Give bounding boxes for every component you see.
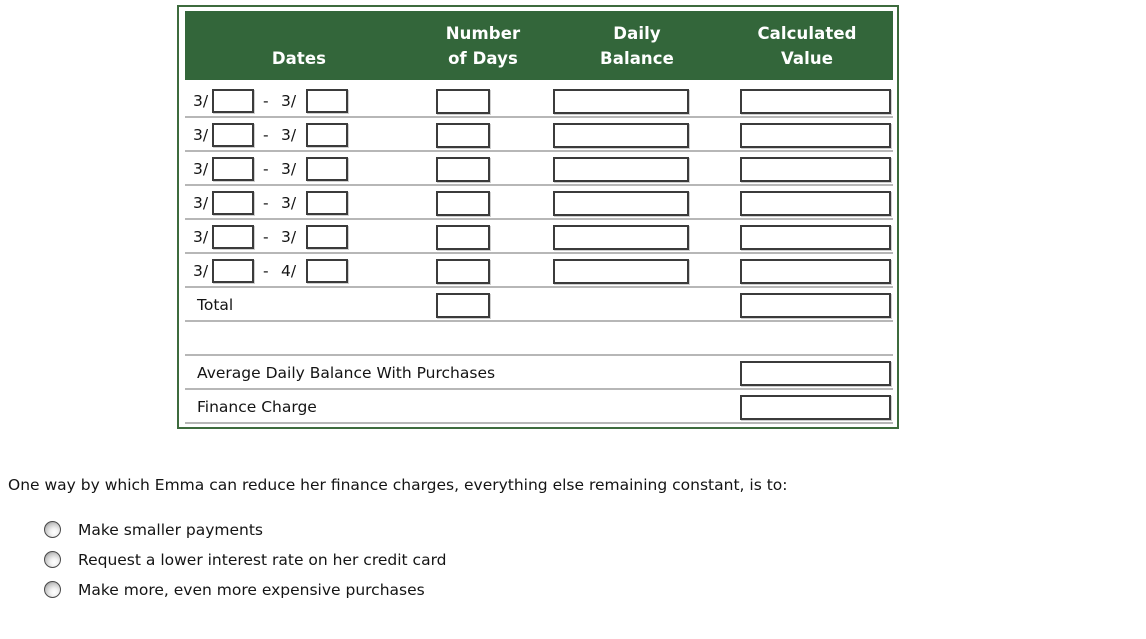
question-block: One way by which Emma can reduce her fin… bbox=[8, 474, 1108, 605]
column-header-days-line1: Number bbox=[445, 24, 521, 43]
number-of-days-input[interactable] bbox=[436, 259, 490, 284]
column-header-calc-line2: Value bbox=[780, 49, 834, 68]
column-header-dates: Dates bbox=[185, 46, 413, 71]
date-range-dash: - bbox=[263, 160, 269, 178]
table-row: 3/-3/ bbox=[185, 186, 893, 220]
row-end-month: 3/ bbox=[281, 160, 297, 178]
total-days-input[interactable] bbox=[436, 293, 490, 318]
answer-option[interactable]: Make smaller payments bbox=[8, 515, 1108, 545]
start-day-input[interactable] bbox=[212, 259, 254, 283]
number-of-days-input[interactable] bbox=[436, 191, 490, 216]
column-header-calc-line1: Calculated bbox=[757, 24, 857, 43]
number-of-days-input[interactable] bbox=[436, 225, 490, 250]
row-start-month: 3/ bbox=[193, 228, 209, 246]
table-row: 3/ -4/ bbox=[185, 254, 893, 288]
row-end-month: 3/ bbox=[281, 228, 297, 246]
summary-label: Average Daily Balance With Purchases bbox=[197, 364, 496, 382]
answer-option[interactable]: Make more, even more expensive purchases bbox=[8, 575, 1108, 605]
radio-button-icon[interactable] bbox=[44, 521, 61, 538]
calculated-value-input[interactable] bbox=[740, 123, 891, 148]
date-range-dash: - bbox=[263, 92, 269, 110]
radio-button-icon[interactable] bbox=[44, 581, 61, 598]
row-end-month: 3/ bbox=[281, 92, 297, 110]
end-day-input[interactable] bbox=[306, 157, 348, 181]
number-of-days-input[interactable] bbox=[436, 157, 490, 182]
row-start-month: 3/ bbox=[193, 262, 209, 280]
end-day-input[interactable] bbox=[306, 89, 348, 113]
spacer-row bbox=[185, 322, 893, 356]
column-header-balance-line1: Daily bbox=[613, 24, 661, 43]
calculated-value-input[interactable] bbox=[740, 157, 891, 182]
table-row: 3/-3/ bbox=[185, 84, 893, 118]
start-day-input[interactable] bbox=[212, 89, 254, 113]
end-day-input[interactable] bbox=[306, 225, 348, 249]
column-header-balance-line2: Balance bbox=[600, 49, 674, 68]
total-row: Total bbox=[185, 288, 893, 322]
average-daily-balance-input[interactable] bbox=[740, 361, 891, 386]
date-range-dash: - bbox=[263, 228, 269, 246]
date-range-dash: - bbox=[263, 194, 269, 212]
answer-options-list: Make smaller payments Request a lower int… bbox=[8, 515, 1108, 605]
start-day-input[interactable] bbox=[212, 123, 254, 147]
average-daily-balance-row: Average Daily Balance With Purchases bbox=[185, 356, 893, 390]
end-day-input[interactable] bbox=[306, 123, 348, 147]
column-header-daily-balance: Daily Balance bbox=[553, 21, 721, 71]
daily-balance-input[interactable] bbox=[553, 225, 689, 250]
number-of-days-input[interactable] bbox=[436, 89, 490, 114]
worksheet-inner: Dates Number of Days Daily Balance Calcu… bbox=[179, 7, 897, 427]
daily-balance-input[interactable] bbox=[553, 157, 689, 182]
column-header-dates-line2: Dates bbox=[271, 49, 327, 68]
answer-option[interactable]: Request a lower interest rate on her cre… bbox=[8, 545, 1108, 575]
date-range-dash: - bbox=[263, 126, 269, 144]
daily-balance-input[interactable] bbox=[553, 123, 689, 148]
daily-balance-input[interactable] bbox=[553, 259, 689, 284]
start-day-input[interactable] bbox=[212, 191, 254, 215]
calculated-value-input[interactable] bbox=[740, 259, 891, 284]
finance-charge-row: Finance Charge bbox=[185, 390, 893, 424]
calculated-value-input[interactable] bbox=[740, 89, 891, 114]
row-end-month: 3/ bbox=[281, 126, 297, 144]
date-range-dash: - bbox=[263, 262, 269, 280]
calculated-value-input[interactable] bbox=[740, 225, 891, 250]
table-row: 3/-3/ bbox=[185, 152, 893, 186]
table-row: 3/-3/ bbox=[185, 220, 893, 254]
summary-label: Finance Charge bbox=[197, 398, 317, 416]
table-row: 3/-3/ bbox=[185, 118, 893, 152]
number-of-days-input[interactable] bbox=[436, 123, 490, 148]
finance-charge-input[interactable] bbox=[740, 395, 891, 420]
row-end-month: 4/ bbox=[281, 262, 297, 280]
average-daily-balance-worksheet: Dates Number of Days Daily Balance Calcu… bbox=[177, 5, 899, 429]
column-header-days-line2: of Days bbox=[448, 49, 518, 68]
answer-option-label: Make more, even more expensive purchases bbox=[78, 581, 425, 599]
start-day-input[interactable] bbox=[212, 157, 254, 181]
daily-balance-input[interactable] bbox=[553, 89, 689, 114]
row-start-month: 3/ bbox=[193, 160, 209, 178]
end-day-input[interactable] bbox=[306, 259, 348, 283]
answer-option-label: Make smaller payments bbox=[78, 521, 264, 539]
total-label: Total bbox=[197, 296, 234, 314]
end-day-input[interactable] bbox=[306, 191, 348, 215]
row-start-month: 3/ bbox=[193, 92, 209, 110]
start-day-input[interactable] bbox=[212, 225, 254, 249]
calculated-value-input[interactable] bbox=[740, 191, 891, 216]
column-header-number-of-days: Number of Days bbox=[413, 21, 553, 71]
answer-option-label: Request a lower interest rate on her cre… bbox=[78, 551, 447, 569]
daily-balance-input[interactable] bbox=[553, 191, 689, 216]
radio-button-icon[interactable] bbox=[44, 551, 61, 568]
question-prompt: One way by which Emma can reduce her fin… bbox=[8, 476, 788, 494]
row-start-month: 3/ bbox=[193, 126, 209, 144]
table-header: Dates Number of Days Daily Balance Calcu… bbox=[185, 11, 893, 80]
row-end-month: 3/ bbox=[281, 194, 297, 212]
column-header-calculated-value: Calculated Value bbox=[721, 21, 893, 71]
total-calculated-value-input[interactable] bbox=[740, 293, 891, 318]
row-start-month: 3/ bbox=[193, 194, 209, 212]
